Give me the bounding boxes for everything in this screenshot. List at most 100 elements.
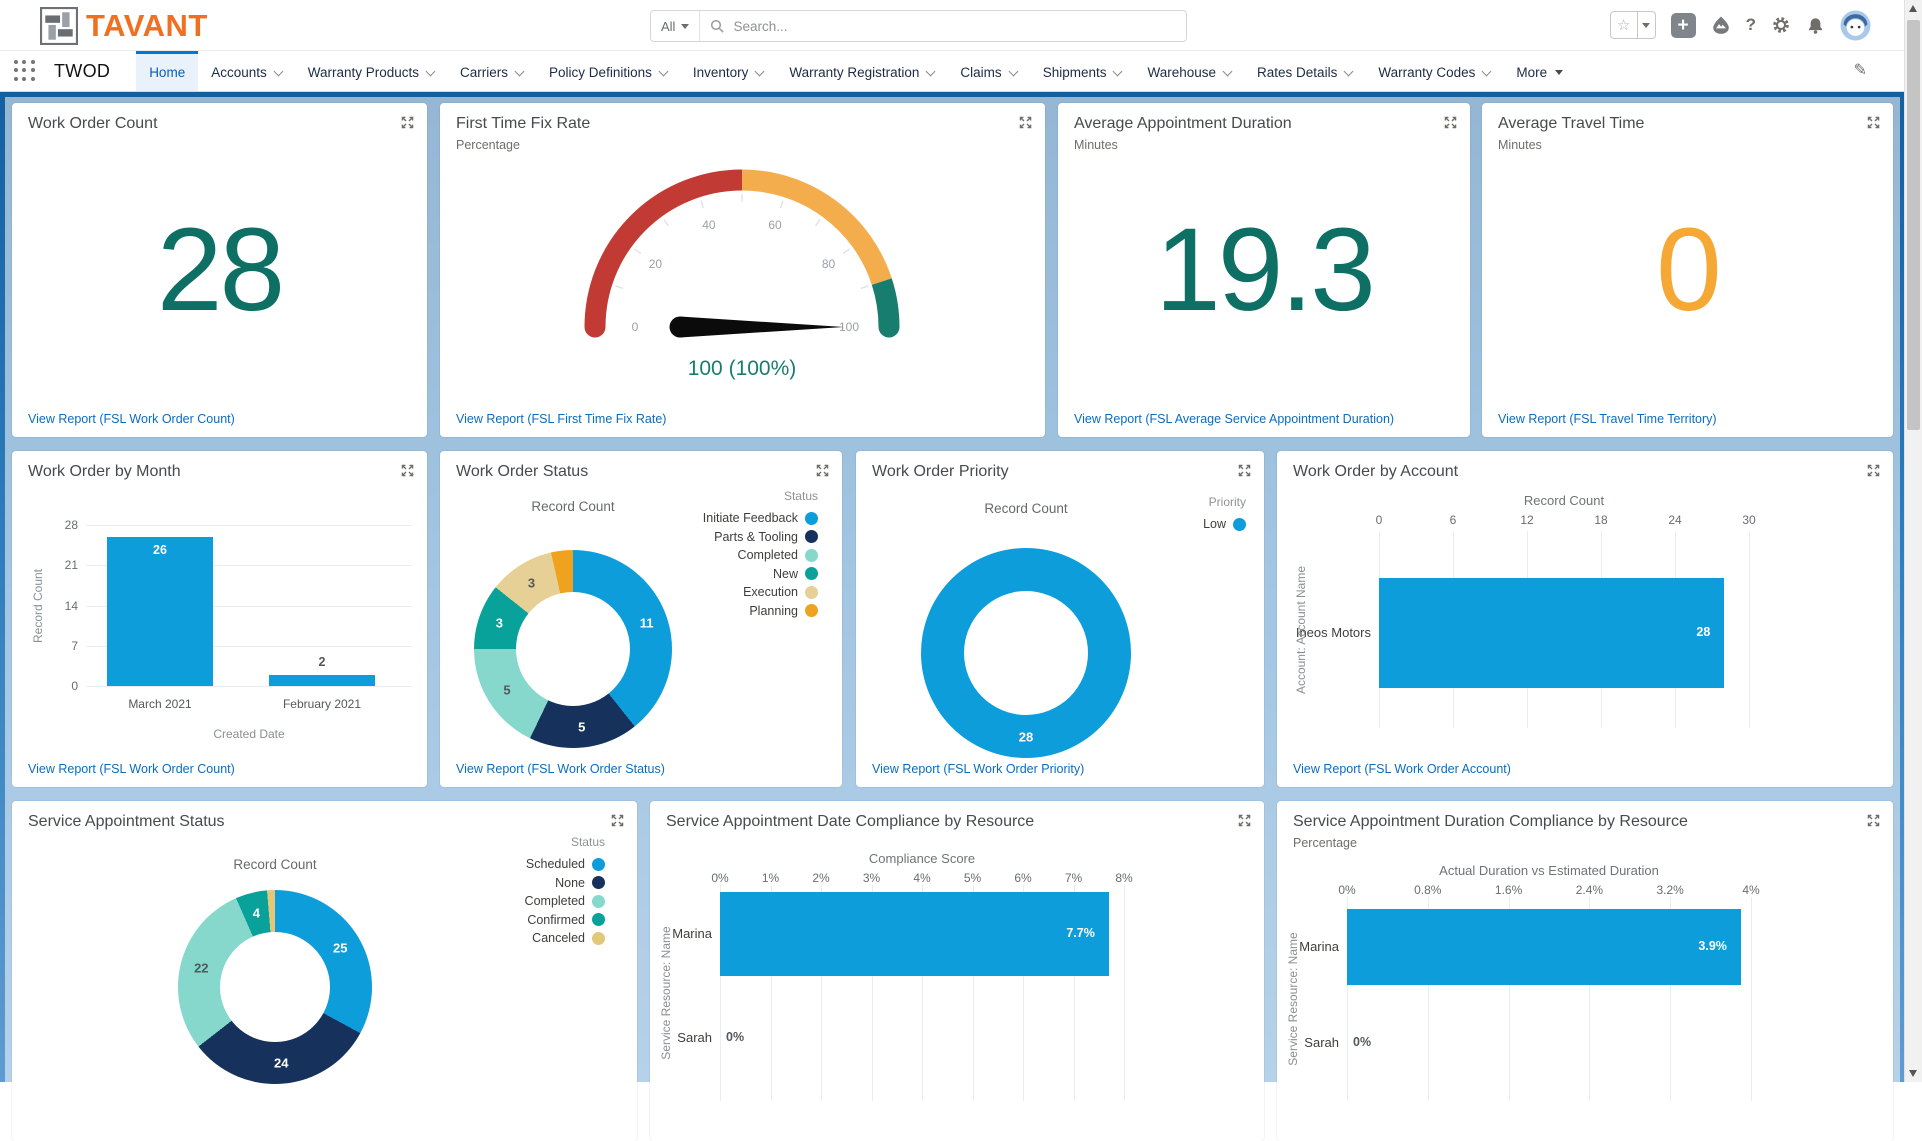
- tab-inventory[interactable]: Inventory: [680, 51, 777, 91]
- trailhead-icon[interactable]: [1711, 15, 1731, 35]
- legend-item[interactable]: Completed: [703, 546, 818, 565]
- y-tick-label: 28: [42, 518, 78, 532]
- tab-home[interactable]: Home: [136, 51, 198, 91]
- tab-warehouse[interactable]: Warehouse: [1134, 51, 1244, 91]
- tab-warranty-codes[interactable]: Warranty Codes: [1365, 51, 1503, 91]
- view-report-link[interactable]: View Report (FSL Work Order Priority): [872, 762, 1084, 776]
- app-launcher-waffle-icon[interactable]: [14, 60, 36, 82]
- dashboard-background: Work Order CountView Report (FSL Work Or…: [0, 90, 1905, 1082]
- search-input[interactable]: Search...: [733, 19, 787, 34]
- gridline: [86, 686, 412, 687]
- tab-carriers[interactable]: Carriers: [447, 51, 536, 91]
- help-icon[interactable]: ?: [1746, 15, 1756, 35]
- card-work-order-status: Work Order StatusView Report (FSL Work O…: [440, 451, 842, 787]
- bar-february-2021: [269, 675, 375, 687]
- legend-dot-icon: [805, 586, 818, 599]
- tab-label: Home: [149, 65, 185, 80]
- x-axis-title: Actual Duration vs Estimated Duration: [1419, 863, 1679, 878]
- tab-rates-details[interactable]: Rates Details: [1244, 51, 1365, 91]
- bar-value-label: 7.7%: [720, 926, 1095, 940]
- tab-policy-definitions[interactable]: Policy Definitions: [536, 51, 680, 91]
- card-first-time-fix-rate: First Time Fix RatePercentageView Report…: [440, 103, 1045, 437]
- segment-value-label: 3: [528, 575, 535, 590]
- view-report-link[interactable]: View Report (FSL Work Order Count): [28, 412, 235, 426]
- expand-icon[interactable]: [1236, 463, 1252, 479]
- legend-item[interactable]: Initiate Feedback: [703, 509, 818, 528]
- tab-accounts[interactable]: Accounts: [198, 51, 295, 91]
- tab-label: Warranty Registration: [789, 65, 919, 80]
- scroll-up-arrow-icon[interactable]: [1909, 5, 1917, 12]
- segment-value-label: 5: [503, 683, 510, 698]
- legend-item[interactable]: Parts & Tooling: [703, 528, 818, 547]
- x-tick-label: 1.6%: [1483, 883, 1535, 897]
- expand-icon[interactable]: [1865, 813, 1881, 829]
- favorites-star-icon[interactable]: ☆: [1611, 16, 1637, 34]
- user-avatar[interactable]: [1840, 10, 1871, 41]
- expand-icon[interactable]: [399, 115, 415, 131]
- global-actions-icon[interactable]: +: [1671, 13, 1696, 38]
- legend-dot-icon: [592, 913, 605, 926]
- metric-value: 28: [12, 163, 427, 377]
- favorites-caret[interactable]: [1637, 12, 1655, 38]
- tab-label: Claims: [960, 65, 1001, 80]
- gridline: [1751, 897, 1752, 1101]
- edit-pencil-icon[interactable]: ✎: [1854, 60, 1867, 80]
- x-tick-label: 12: [1501, 513, 1553, 527]
- logo-text: TAVANT: [86, 8, 208, 44]
- legend-item[interactable]: Execution: [703, 583, 818, 602]
- bar-value-label: 0%: [726, 1030, 744, 1044]
- expand-icon[interactable]: [1865, 115, 1881, 131]
- page-scrollbar[interactable]: [1904, 0, 1922, 1082]
- favorites-control[interactable]: ☆: [1610, 11, 1656, 39]
- expand-icon[interactable]: [814, 463, 830, 479]
- segment-value-label: 22: [194, 961, 208, 976]
- card-title: Service Appointment Duration Compliance …: [1293, 813, 1688, 831]
- tab-warranty-registration[interactable]: Warranty Registration: [776, 51, 947, 91]
- legend-item[interactable]: None: [525, 874, 605, 893]
- bar-value-label: 28: [1379, 625, 1710, 639]
- legend-item[interactable]: Confirmed: [525, 911, 605, 930]
- segment-value-label: 4: [253, 906, 260, 921]
- expand-icon[interactable]: [399, 463, 415, 479]
- legend-item[interactable]: Scheduled: [525, 855, 605, 874]
- global-search[interactable]: All Search...: [650, 10, 1187, 42]
- expand-icon[interactable]: [1017, 115, 1033, 131]
- legend-item[interactable]: New: [703, 565, 818, 584]
- tab-claims[interactable]: Claims: [947, 51, 1029, 91]
- view-report-link[interactable]: View Report (FSL Work Order Account): [1293, 762, 1511, 776]
- tab-warranty-products[interactable]: Warranty Products: [295, 51, 447, 91]
- view-report-link[interactable]: View Report (FSL Average Service Appoint…: [1074, 412, 1394, 426]
- expand-icon[interactable]: [609, 813, 625, 829]
- chart-legend: StatusInitiate FeedbackParts & ToolingCo…: [703, 489, 818, 620]
- expand-icon[interactable]: [1442, 115, 1458, 131]
- tab-label: Shipments: [1043, 65, 1107, 80]
- legend-item[interactable]: Low: [1203, 515, 1246, 534]
- scroll-down-arrow-icon[interactable]: [1909, 1070, 1917, 1077]
- legend-item[interactable]: Planning: [703, 602, 818, 621]
- legend-item[interactable]: Completed: [525, 892, 605, 911]
- chevron-down-icon: [273, 66, 283, 76]
- x-tick-label: 6: [1427, 513, 1479, 527]
- expand-icon[interactable]: [1865, 463, 1881, 479]
- nav-tabs: Home Accounts Warranty Products CarriersPol…: [136, 51, 1576, 91]
- card-subtitle: Percentage: [1293, 836, 1357, 850]
- card-title: Service Appointment Date Compliance by R…: [666, 813, 1034, 831]
- search-input-area[interactable]: Search...: [700, 19, 1186, 34]
- view-report-link[interactable]: View Report (FSL Work Order Status): [456, 762, 665, 776]
- tab-label: Warranty Products: [308, 65, 419, 80]
- notifications-bell-icon[interactable]: [1806, 16, 1825, 35]
- legend-item[interactable]: Canceled: [525, 929, 605, 948]
- tab-shipments[interactable]: Shipments: [1030, 51, 1135, 91]
- tab-more[interactable]: More: [1503, 51, 1576, 91]
- chevron-down-icon: [1223, 66, 1233, 76]
- scrollbar-thumb[interactable]: [1907, 20, 1920, 430]
- app-header: TAVANT All Search... ☆ + ?: [0, 0, 1905, 50]
- bar-march-2021: [107, 537, 213, 687]
- view-report-link[interactable]: View Report (FSL Travel Time Territory): [1498, 412, 1717, 426]
- view-report-link[interactable]: View Report (FSL Work Order Count): [28, 762, 235, 776]
- view-report-link[interactable]: View Report (FSL First Time Fix Rate): [456, 412, 666, 426]
- search-scope-dropdown[interactable]: All: [651, 11, 700, 41]
- expand-icon[interactable]: [1236, 813, 1252, 829]
- setup-gear-icon[interactable]: [1771, 15, 1791, 35]
- x-tick-label: 0%: [1321, 883, 1373, 897]
